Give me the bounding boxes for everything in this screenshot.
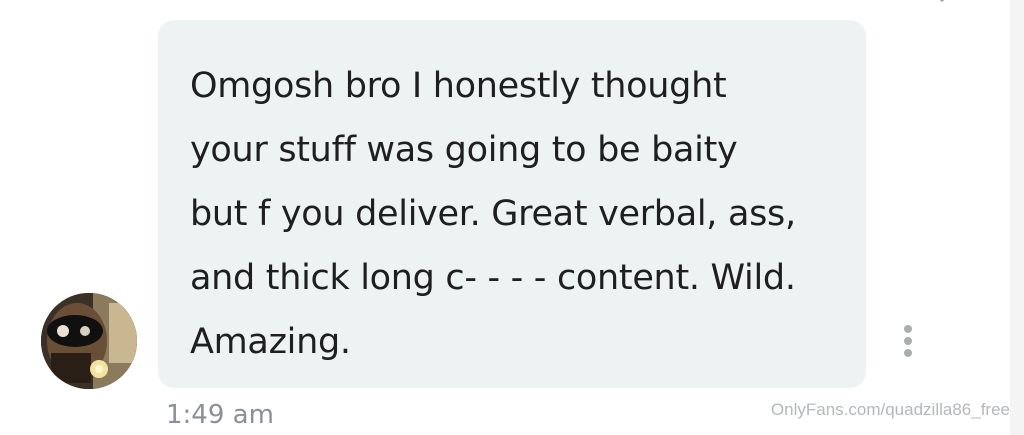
message-text: Omgosh bro I honestly thought your stuff…: [190, 66, 796, 362]
message-bubble[interactable]: Omgosh bro I honestly thought your stuff…: [158, 20, 866, 388]
scrollbar[interactable]: [1010, 0, 1024, 435]
message-timestamp: 1:49 am: [166, 400, 274, 430]
avatar-image: [41, 293, 137, 389]
chevron-down-icon[interactable]: [930, 0, 954, 4]
more-dot: [904, 337, 912, 345]
more-options-button[interactable]: [896, 322, 920, 360]
chat-screen: Omgosh bro I honestly thought your stuff…: [0, 0, 1024, 435]
watermark-text: OnlyFans.com/quadzilla86_free: [770, 400, 1010, 419]
more-dot: [904, 349, 912, 357]
more-vertical-icon: [904, 325, 912, 333]
avatar[interactable]: [41, 293, 137, 389]
